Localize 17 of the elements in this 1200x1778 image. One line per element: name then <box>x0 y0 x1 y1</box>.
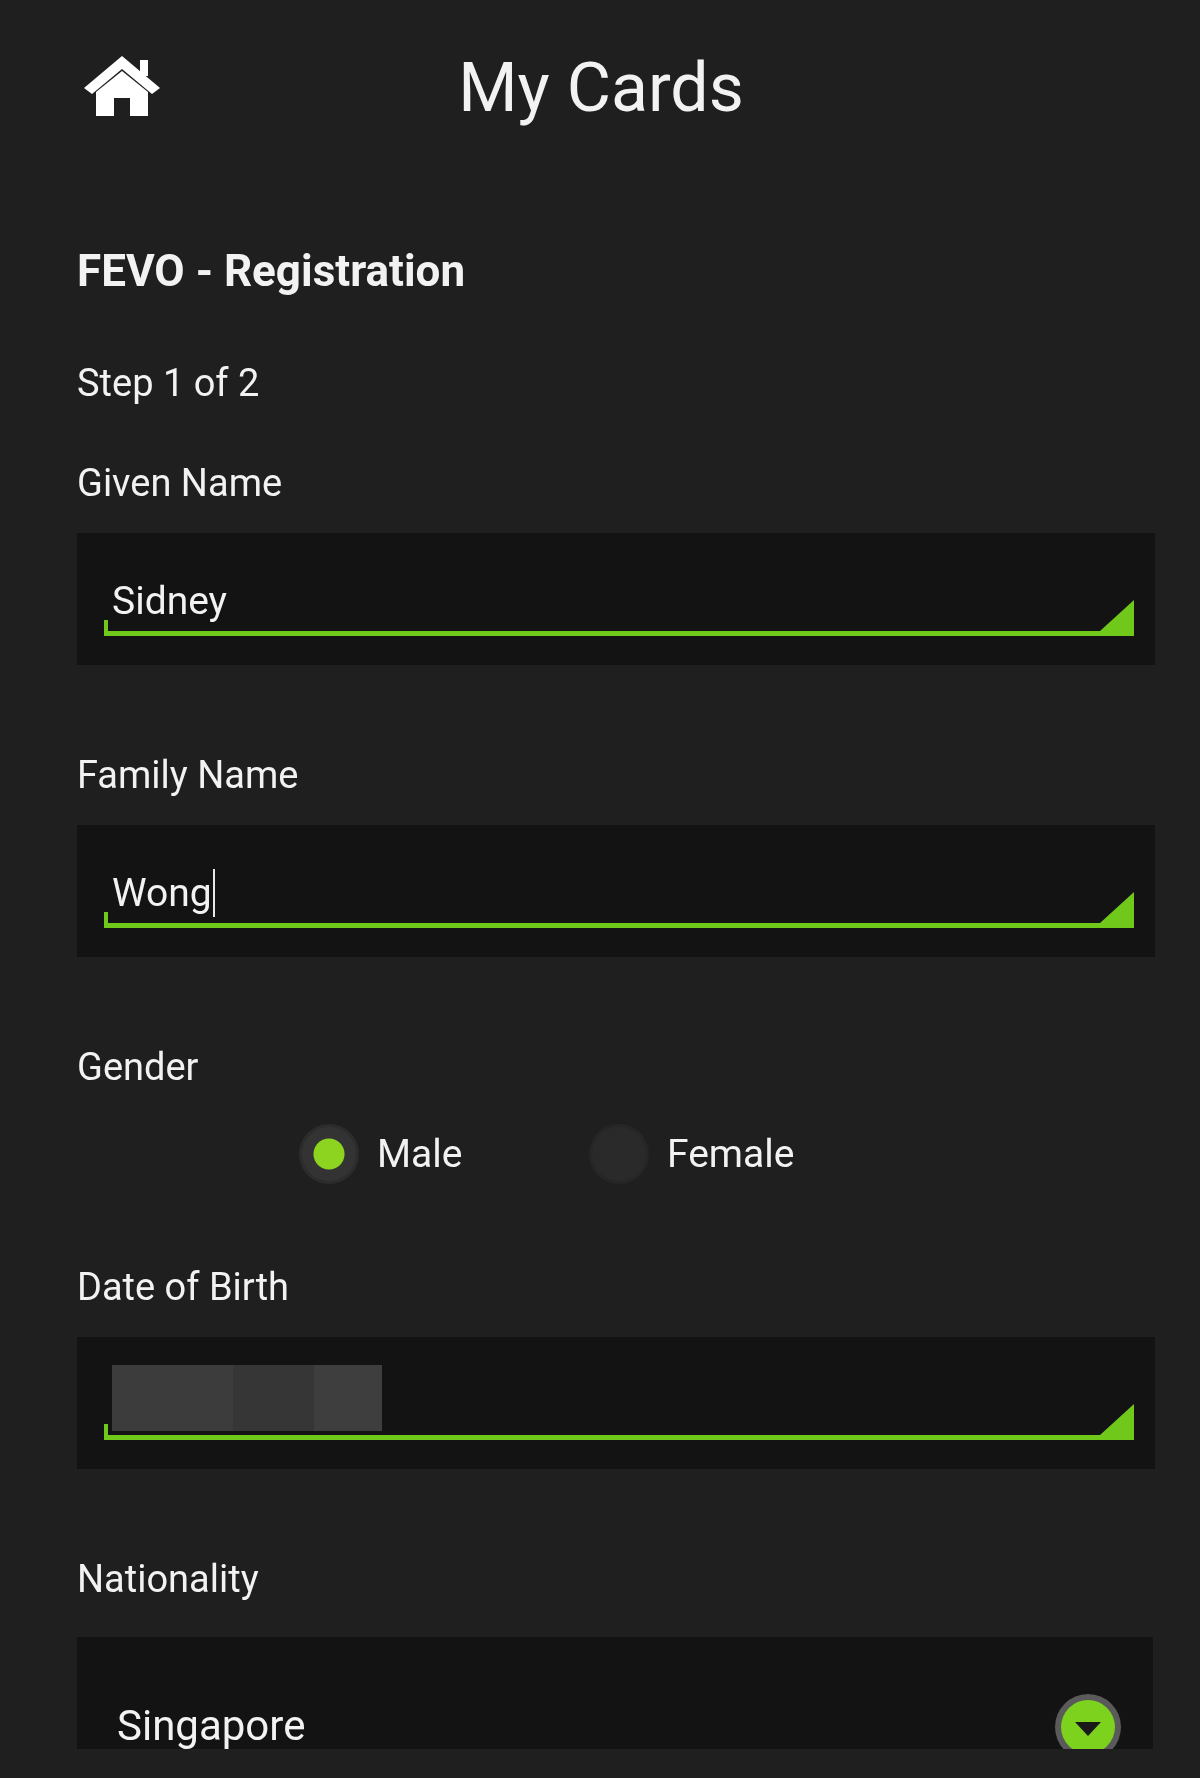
form-title: FEVO - Registration <box>77 246 467 296</box>
field-label: Date of Birth <box>77 1264 290 1311</box>
field-value[interactable]: Sidney <box>112 577 228 625</box>
dropdown-caret-icon <box>1053 1692 1123 1749</box>
field-label: Gender <box>77 1044 200 1091</box>
radio-label[interactable]: Female <box>667 1129 795 1179</box>
field-label: Given Name <box>77 460 284 507</box>
dropdown[interactable]: Singapore <box>77 1637 1153 1749</box>
radio-label[interactable]: Male <box>377 1129 463 1179</box>
field-label: Family Name <box>77 752 300 799</box>
screen-title: My Cards <box>458 48 744 128</box>
input-field[interactable]: Sidney <box>77 533 1155 665</box>
field-value[interactable]: Wong <box>112 869 215 917</box>
field-label: Nationality <box>77 1556 260 1603</box>
input-field[interactable] <box>77 1337 1155 1469</box>
input-field[interactable]: Wong <box>77 825 1155 957</box>
step-indicator: Step 1 of 2 <box>77 360 261 407</box>
